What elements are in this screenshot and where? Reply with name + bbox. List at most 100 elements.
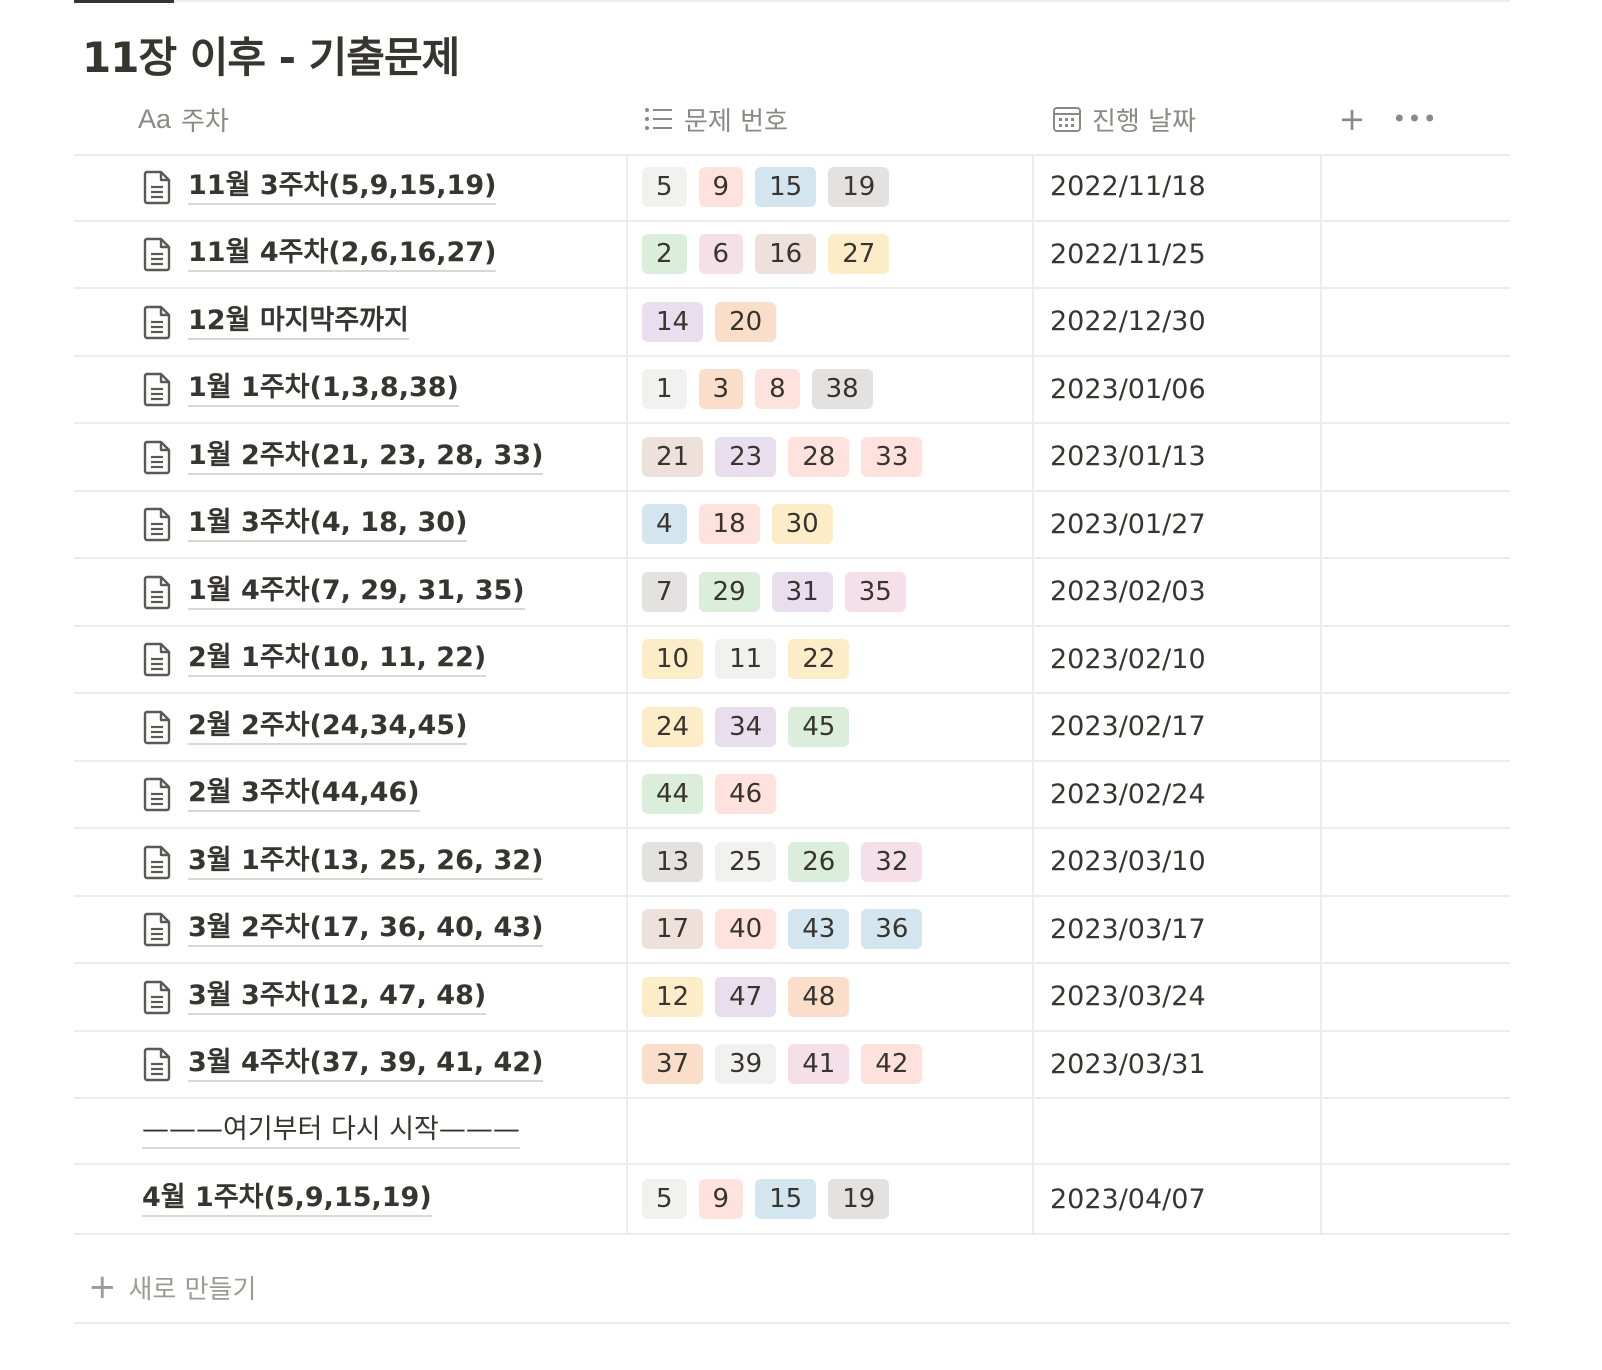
table-row[interactable]: 1월 1주차(1,3,8,38) 1 3 8 38 2023/01/06 — [74, 356, 1512, 424]
cell-name[interactable]: 3월 2주차(17, 36, 40, 43) — [74, 897, 626, 963]
database-title[interactable]: 11장 이후 - 기출문제 — [82, 24, 460, 85]
cell-date[interactable]: 2022/11/25 — [1032, 221, 1320, 287]
cell-date[interactable]: 2023/04/07 — [1032, 1165, 1320, 1233]
table-row[interactable]: 1월 3주차(4, 18, 30) 4 18 30 2023/01/27 — [74, 491, 1512, 559]
cell-date[interactable]: 2023/03/10 — [1032, 829, 1320, 895]
table-row[interactable]: 12월 마지막주까지 14 20 2022/12/30 — [74, 289, 1510, 357]
cell-name[interactable]: 2월 2주차(24,34,45) — [74, 694, 626, 760]
cell-empty[interactable] — [1320, 896, 1512, 962]
cell-problems[interactable]: 2 6 16 27 — [626, 221, 1032, 287]
cell-problems[interactable]: 1 3 8 38 — [626, 356, 1032, 422]
cell-date[interactable] — [1032, 1099, 1320, 1163]
table-row[interactable]: 3월 2주차(17, 36, 40, 43) 17 40 43 36 2023/03/17 — [74, 896, 1512, 964]
cell-empty[interactable] — [1320, 761, 1512, 827]
cell-problems[interactable]: 10 11 22 — [626, 626, 1032, 692]
cell-empty[interactable] — [1320, 154, 1512, 220]
cell-empty[interactable] — [1320, 829, 1512, 895]
page-title-link[interactable]: 12월 마지막주까지 — [188, 304, 409, 340]
cell-problems[interactable]: 21 23 28 33 — [626, 424, 1032, 490]
page-title-link[interactable]: ———여기부터 다시 시작——— — [142, 1113, 520, 1149]
cell-problems[interactable] — [626, 1099, 1032, 1163]
cell-problems[interactable]: 24 34 45 — [626, 694, 1032, 760]
cell-date[interactable]: 2023/03/24 — [1032, 964, 1320, 1030]
table-row[interactable]: 2월 2주차(24,34,45) 24 34 45 2023/02/17 — [74, 694, 1510, 762]
cell-name[interactable]: 12월 마지막주까지 — [74, 289, 626, 355]
table-row[interactable]: 11월 3주차(5,9,15,19) 5 9 15 19 2022/11/18 — [74, 154, 1510, 222]
table-row[interactable]: 1월 4주차(7, 29, 31, 35) 7 29 31 35 2023/02/03 — [74, 559, 1510, 627]
cell-name[interactable]: 11월 3주차(5,9,15,19) — [74, 154, 626, 220]
page-title-link[interactable]: 3월 2주차(17, 36, 40, 43) — [188, 911, 544, 948]
cell-empty[interactable] — [1320, 1099, 1512, 1163]
cell-name[interactable]: 11월 4주차(2,6,16,27) — [74, 222, 626, 288]
cell-name[interactable]: 1월 2주차(21, 23, 28, 33) — [74, 424, 626, 490]
cell-name[interactable]: 1월 4주차(7, 29, 31, 35) — [74, 559, 626, 625]
column-header-date[interactable]: 진행 날짜 — [1052, 84, 1196, 154]
page-title-link[interactable]: 1월 2주차(21, 23, 28, 33) — [188, 439, 544, 475]
cell-empty[interactable] — [1320, 356, 1512, 422]
cell-empty[interactable] — [1320, 694, 1512, 760]
more-options-button[interactable]: ••• — [1390, 84, 1440, 154]
cell-problems[interactable]: 5 9 15 19 — [626, 1165, 1032, 1233]
cell-empty[interactable] — [1320, 491, 1512, 557]
cell-problems[interactable]: 5 9 15 19 — [626, 154, 1032, 220]
cell-empty[interactable] — [1320, 1031, 1512, 1097]
cell-name[interactable]: 4월 1주차(5,9,15,19) — [74, 1165, 626, 1233]
page-title-link[interactable]: 1월 3주차(4, 18, 30) — [188, 506, 468, 543]
page-title-link[interactable]: 1월 1주차(1,3,8,38) — [188, 371, 459, 408]
cell-date[interactable]: 2023/01/06 — [1032, 356, 1320, 422]
page-title-link[interactable]: 2월 2주차(24,34,45) — [188, 709, 468, 745]
table-row[interactable]: 11월 4주차(2,6,16,27) 2 6 16 27 2022/11/25 — [74, 221, 1512, 289]
table-row[interactable]: 4월 1주차(5,9,15,19) 5 9 15 19 2023/04/07 — [74, 1165, 1510, 1235]
page-title-link[interactable]: 4월 1주차(5,9,15,19) — [142, 1181, 432, 1217]
cell-empty[interactable] — [1320, 626, 1512, 692]
cell-date[interactable]: 2023/03/17 — [1032, 896, 1320, 962]
cell-problems[interactable]: 4 18 30 — [626, 491, 1032, 557]
table-row[interactable]: 2월 3주차(44,46) 44 46 2023/02/24 — [74, 761, 1512, 829]
column-header-problems[interactable]: 문제 번호 — [644, 84, 788, 154]
table-row[interactable]: 3월 4주차(37, 39, 41, 42) 37 39 41 42 2023/03/31 — [74, 1031, 1512, 1099]
cell-problems[interactable]: 14 20 — [626, 289, 1032, 355]
cell-name[interactable]: ———여기부터 다시 시작——— — [74, 1099, 626, 1163]
page-title-link[interactable]: 3월 3주차(12, 47, 48) — [188, 979, 487, 1015]
cell-empty[interactable] — [1320, 559, 1512, 625]
cell-problems[interactable]: 44 46 — [626, 761, 1032, 827]
cell-empty[interactable] — [1320, 221, 1512, 287]
cell-date[interactable]: 2023/02/03 — [1032, 559, 1320, 625]
cell-problems[interactable]: 37 39 41 42 — [626, 1031, 1032, 1097]
page-title-link[interactable]: 1월 4주차(7, 29, 31, 35) — [188, 574, 525, 610]
cell-empty[interactable] — [1320, 424, 1512, 490]
cell-name[interactable]: 3월 4주차(37, 39, 41, 42) — [74, 1032, 626, 1098]
new-row-button[interactable]: + 새로 만들기 — [74, 1252, 1510, 1324]
page-title-link[interactable]: 3월 1주차(13, 25, 26, 32) — [188, 844, 544, 880]
cell-problems[interactable]: 13 25 26 32 — [626, 829, 1032, 895]
page-title-link[interactable]: 2월 1주차(10, 11, 22) — [188, 641, 487, 678]
page-title-link[interactable]: 2월 3주차(44,46) — [188, 776, 420, 813]
cell-problems[interactable]: 17 40 43 36 — [626, 896, 1032, 962]
cell-date[interactable]: 2023/01/13 — [1032, 424, 1320, 490]
cell-problems[interactable]: 12 47 48 — [626, 964, 1032, 1030]
table-row[interactable]: 3월 1주차(13, 25, 26, 32) 13 25 26 32 2023/03/10 — [74, 829, 1510, 897]
cell-date[interactable]: 2022/12/30 — [1032, 289, 1320, 355]
cell-date[interactable]: 2023/01/27 — [1032, 491, 1320, 557]
cell-date[interactable]: 2023/02/17 — [1032, 694, 1320, 760]
cell-name[interactable]: 2월 3주차(44,46) — [74, 762, 626, 828]
cell-date[interactable]: 2023/02/10 — [1032, 626, 1320, 692]
cell-name[interactable]: 1월 1주차(1,3,8,38) — [74, 357, 626, 423]
cell-date[interactable]: 2023/03/31 — [1032, 1031, 1320, 1097]
page-title-link[interactable]: 11월 3주차(5,9,15,19) — [188, 169, 497, 205]
cell-empty[interactable] — [1320, 289, 1512, 355]
cell-name[interactable]: 1월 3주차(4, 18, 30) — [74, 492, 626, 558]
table-row[interactable]: 3월 3주차(12, 47, 48) 12 47 48 2023/03/24 — [74, 964, 1510, 1032]
cell-problems[interactable]: 7 29 31 35 — [626, 559, 1032, 625]
page-title-link[interactable]: 3월 4주차(37, 39, 41, 42) — [188, 1046, 544, 1083]
cell-name[interactable]: 2월 1주차(10, 11, 22) — [74, 627, 626, 693]
table-row[interactable]: 1월 2주차(21, 23, 28, 33) 21 23 28 33 2023/01/13 — [74, 424, 1510, 492]
cell-empty[interactable] — [1320, 1165, 1512, 1233]
cell-empty[interactable] — [1320, 964, 1512, 1030]
table-row[interactable]: 2월 1주차(10, 11, 22) 10 11 22 2023/02/10 — [74, 626, 1512, 694]
cell-name[interactable]: 3월 1주차(13, 25, 26, 32) — [74, 829, 626, 895]
cell-name[interactable]: 3월 3주차(12, 47, 48) — [74, 964, 626, 1030]
cell-date[interactable]: 2023/02/24 — [1032, 761, 1320, 827]
table-row[interactable]: ———여기부터 다시 시작——— — [74, 1099, 1510, 1165]
column-header-name[interactable]: Aa 주차 — [138, 84, 229, 154]
